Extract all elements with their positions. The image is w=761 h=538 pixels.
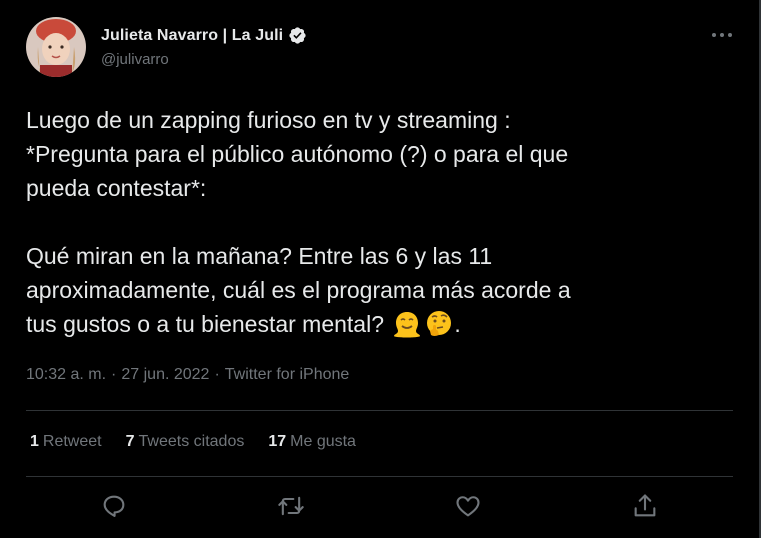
tweet-last-line: tus gustos o a tu bienestar mental? . xyxy=(26,307,746,341)
retweet-icon[interactable] xyxy=(277,492,305,520)
tweet-date[interactable]: 27 jun. 2022 xyxy=(121,366,209,384)
likes-label: Me gusta xyxy=(290,433,356,450)
melting-face-emoji xyxy=(394,312,421,338)
heart-icon[interactable] xyxy=(454,492,482,520)
action-bar xyxy=(0,492,761,524)
reply-icon[interactable] xyxy=(100,492,128,520)
author-name[interactable]: Julieta Navarro | La Juli xyxy=(101,27,283,45)
likes-count: 17 xyxy=(268,433,287,450)
tweet-line: pueda contestar*: xyxy=(26,175,207,201)
tweet-line: aproximadamente, cuál es el programa más… xyxy=(26,277,571,303)
tweet-detail: Julieta Navarro | La Juli @julivarro Lue… xyxy=(0,0,761,538)
share-icon[interactable] xyxy=(631,492,659,520)
tweet-line: *Pregunta para el público autónomo (?) o… xyxy=(26,141,569,167)
tweet-trailing: . xyxy=(454,311,461,337)
tweet-line-text: tus gustos o a tu bienestar mental? xyxy=(26,311,384,337)
quotes-stat[interactable]: 7 Tweets citados xyxy=(126,433,245,451)
avatar[interactable] xyxy=(26,17,86,77)
quotes-count: 7 xyxy=(125,433,135,450)
divider xyxy=(26,410,733,411)
tweet-meta: 10:32 a. m. · 27 jun. 2022 · Twitter for… xyxy=(26,366,349,384)
thinking-face-emoji xyxy=(427,311,452,336)
tweet-time[interactable]: 10:32 a. m. xyxy=(26,366,106,384)
verified-badge-icon xyxy=(289,27,306,44)
divider xyxy=(26,476,733,477)
author-name-row[interactable]: Julieta Navarro | La Juli xyxy=(101,26,307,45)
author-handle[interactable]: @julivarro xyxy=(101,51,169,68)
more-horizontal-icon[interactable] xyxy=(709,26,735,44)
likes-stat[interactable]: 17 Me gusta xyxy=(268,433,356,451)
retweets-count: 1 xyxy=(30,433,39,450)
quotes-label: Tweets citados xyxy=(138,433,245,450)
tweet-stats: 1 Retweet 7 Tweets citados 17 Me gusta xyxy=(30,433,380,451)
retweets-label: Retweet xyxy=(42,433,102,450)
tweet-text: Luego de un zapping furioso en tv y stre… xyxy=(26,103,746,341)
tweet-source[interactable]: Twitter for iPhone xyxy=(225,366,350,384)
retweets-stat[interactable]: 1 Retweet xyxy=(30,433,102,451)
meta-separator: · xyxy=(214,366,220,383)
meta-separator: · xyxy=(111,366,117,383)
tweet-line: Qué miran en la mañana? Entre las 6 y la… xyxy=(26,243,493,269)
tweet-line: Luego de un zapping furioso en tv y stre… xyxy=(26,107,511,133)
